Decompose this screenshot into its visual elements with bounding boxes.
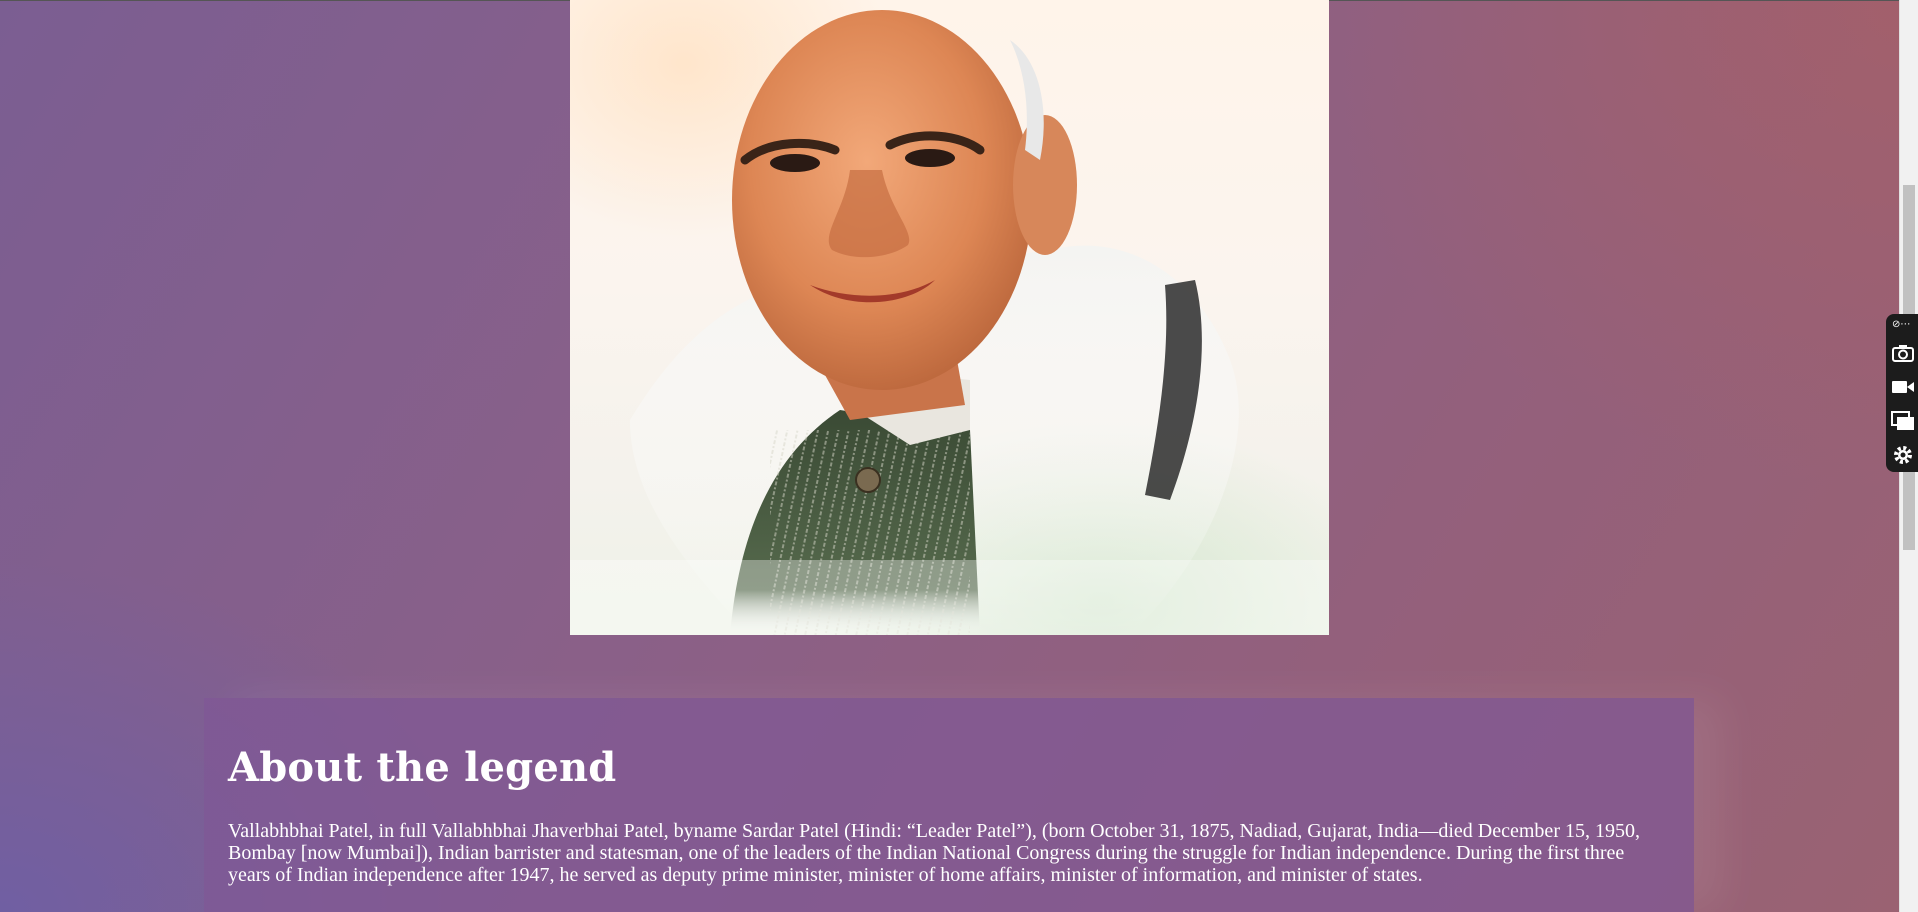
settings-button[interactable] <box>1890 442 1916 468</box>
about-paragraph: Vallabhbhai Patel, in full Vallabhbhai J… <box>228 820 1640 886</box>
video-camera-icon <box>1892 381 1914 393</box>
about-section: About the legend Vallabhbhai Patel, in f… <box>204 698 1694 912</box>
capture-toolbar: ⊘⋯ <box>1886 314 1918 472</box>
about-title: About the legend <box>228 744 617 791</box>
windows-icon <box>1891 411 1914 430</box>
more-icon: ⋯ <box>1900 319 1911 330</box>
portrait-image <box>570 0 1329 635</box>
toolbar-menu-button[interactable]: ⊘⋯ <box>1892 318 1916 332</box>
gear-icon <box>1894 446 1912 464</box>
screenshot-button[interactable] <box>1890 340 1916 366</box>
window-capture-button[interactable] <box>1890 408 1916 434</box>
camera-icon <box>1892 345 1914 362</box>
record-video-button[interactable] <box>1890 374 1916 400</box>
